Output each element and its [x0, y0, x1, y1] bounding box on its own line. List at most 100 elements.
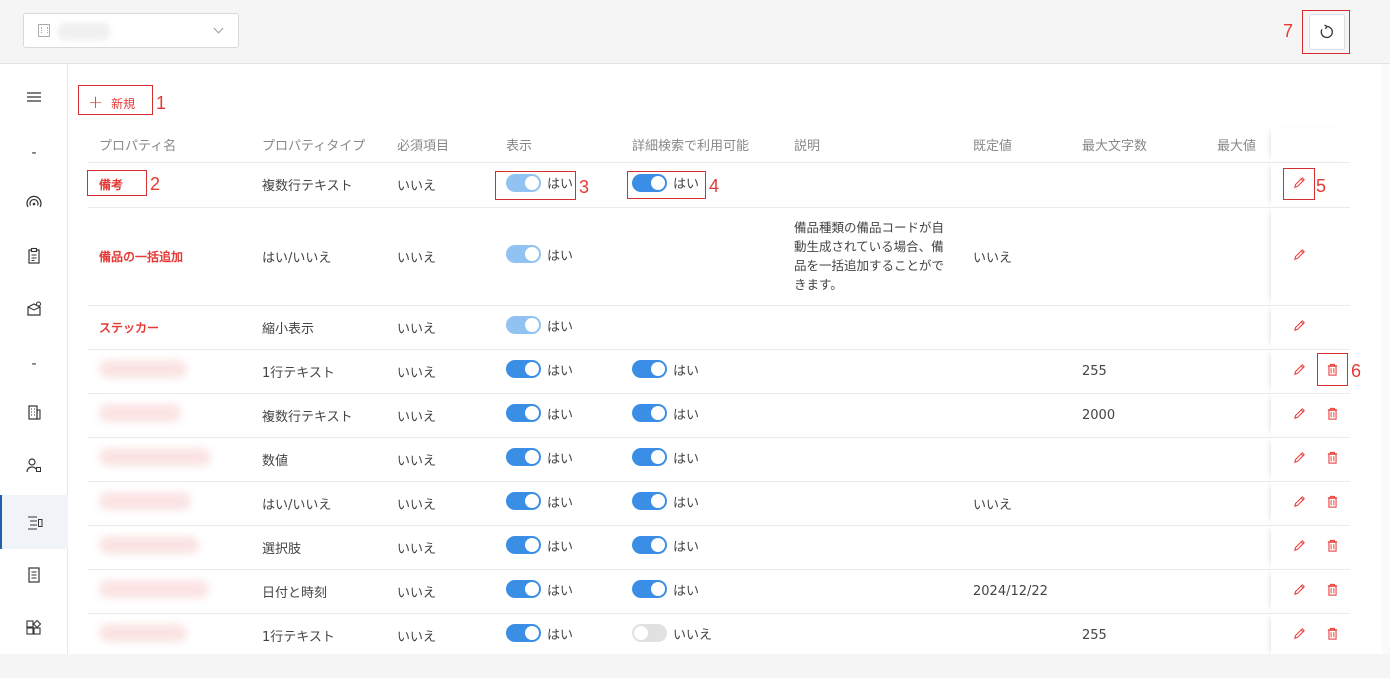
location-selector[interactable] — [23, 13, 239, 48]
sidebar-item-equipment-types[interactable] — [0, 287, 68, 331]
property-name[interactable] — [88, 613, 251, 658]
toggle-switch[interactable]: はい — [506, 404, 573, 423]
top-bar: 7 — [0, 0, 1390, 64]
sidebar-item-reports[interactable] — [0, 553, 68, 597]
trash-icon — [1327, 539, 1338, 552]
sidebar-item-locations[interactable] — [0, 390, 68, 434]
toggle-switch[interactable]: はい — [506, 360, 573, 379]
default-value — [962, 613, 1071, 658]
sidebar-item-signal[interactable] — [0, 180, 68, 224]
property-name[interactable] — [88, 481, 251, 526]
toggle-switch[interactable]: はい — [506, 624, 573, 643]
table-row: 備品の一括追加 はい/いいえ いいえ はい 備品種類の備品コードが自動生成されている場合… — [88, 207, 1350, 306]
table-row: 日付と時刻 いいえ はい はい 2024/12/22 — [88, 569, 1350, 614]
toggle-switch[interactable]: いいえ — [632, 624, 712, 643]
trash-icon — [1327, 495, 1338, 508]
toggle-switch[interactable]: はい — [632, 404, 699, 423]
default-value: いいえ — [962, 207, 1071, 306]
edit-button[interactable] — [1292, 362, 1307, 377]
delete-button[interactable] — [1325, 406, 1340, 421]
column-header[interactable]: プロパティタイプ — [251, 127, 386, 163]
sidebar-item-inventory[interactable] — [0, 234, 68, 278]
toggle-label: はい — [547, 495, 574, 511]
column-header[interactable]: プロパティ名 — [88, 127, 251, 163]
annotation-2: 2 — [150, 174, 161, 194]
edit-button[interactable] — [1292, 318, 1307, 333]
toggle-label: はい — [547, 539, 574, 555]
property-type: 1行テキスト — [251, 613, 386, 658]
toggle-switch[interactable]: はい — [506, 492, 573, 511]
column-header[interactable]: 既定値 — [962, 127, 1071, 163]
toggle-label: はい — [547, 451, 574, 467]
required-value: いいえ — [386, 481, 495, 526]
edit-button[interactable] — [1292, 450, 1307, 465]
scrollbar[interactable] — [1382, 64, 1390, 654]
property-description — [783, 162, 962, 208]
property-name[interactable] — [88, 437, 251, 482]
toggle-switch[interactable]: はい — [632, 448, 699, 467]
column-header[interactable]: 最大値 — [1206, 127, 1271, 163]
pencil-icon — [1294, 407, 1305, 419]
column-header[interactable]: 最大文字数 — [1071, 127, 1206, 163]
search-cell: はい — [621, 437, 783, 482]
toggle-switch[interactable]: はい — [632, 536, 699, 555]
delete-button[interactable] — [1325, 494, 1340, 509]
required-value: いいえ — [386, 437, 495, 482]
sidebar-item-properties[interactable] — [0, 495, 68, 549]
row-actions — [1271, 393, 1350, 438]
toggle-switch[interactable]: はい — [506, 245, 573, 264]
search-cell: はい — [621, 349, 783, 394]
edit-button[interactable] — [1292, 247, 1307, 262]
search-cell: はい — [621, 569, 783, 614]
property-name[interactable]: 備品の一括追加 — [88, 207, 251, 306]
toggle-switch[interactable]: はい — [506, 536, 573, 555]
column-header[interactable]: 必須項目 — [386, 127, 495, 163]
property-name[interactable] — [88, 569, 251, 614]
property-name[interactable] — [88, 393, 251, 438]
sidebar-item-integrations[interactable] — [0, 606, 68, 650]
column-header[interactable]: 詳細検索で利用可能 — [621, 127, 783, 163]
property-name[interactable]: ステッカー — [88, 305, 251, 350]
column-header[interactable]: 説明 — [783, 127, 962, 163]
toggle-switch[interactable]: はい — [632, 360, 699, 379]
sidebar-menu-toggle[interactable] — [0, 75, 68, 119]
property-name[interactable] — [88, 349, 251, 394]
display-cell: はい — [495, 349, 621, 394]
property-type: はい/いいえ — [251, 481, 386, 526]
required-value: いいえ — [386, 613, 495, 658]
edit-button[interactable] — [1292, 538, 1307, 553]
toggle-label: はい — [673, 583, 700, 599]
delete-button[interactable] — [1325, 626, 1340, 641]
toggle-switch[interactable]: はい — [632, 580, 699, 599]
table-row: 1行テキスト いいえ はい いいえ 255 — [88, 613, 1350, 658]
column-header[interactable]: 表示 — [495, 127, 621, 163]
delete-button[interactable] — [1325, 582, 1340, 597]
search-cell — [621, 305, 783, 350]
property-description — [783, 393, 962, 438]
property-description — [783, 349, 962, 394]
display-cell: はい — [495, 305, 621, 350]
toggle-label: はい — [547, 407, 574, 423]
toggle-switch[interactable]: はい — [506, 316, 573, 335]
edit-button[interactable] — [1292, 406, 1307, 421]
sidebar-item-users[interactable] — [0, 443, 68, 487]
edit-button[interactable] — [1292, 494, 1307, 509]
toggle-label: はい — [547, 583, 574, 599]
property-type: 日付と時刻 — [251, 569, 386, 614]
required-value: いいえ — [386, 305, 495, 350]
delete-button[interactable] — [1325, 450, 1340, 465]
delete-button[interactable] — [1325, 538, 1340, 553]
edit-button[interactable] — [1292, 582, 1307, 597]
refresh-button[interactable] — [1309, 14, 1345, 50]
pencil-icon — [1294, 319, 1305, 331]
required-value: いいえ — [386, 162, 495, 208]
toggle-switch[interactable]: はい — [632, 492, 699, 511]
annotation-box-6 — [1317, 353, 1348, 386]
toggle-switch[interactable]: はい — [506, 448, 573, 467]
property-description — [783, 525, 962, 570]
edit-button[interactable] — [1292, 626, 1307, 641]
max-value — [1206, 437, 1271, 482]
toggle-switch[interactable]: はい — [506, 580, 573, 599]
search-cell — [621, 207, 783, 306]
property-name[interactable] — [88, 525, 251, 570]
